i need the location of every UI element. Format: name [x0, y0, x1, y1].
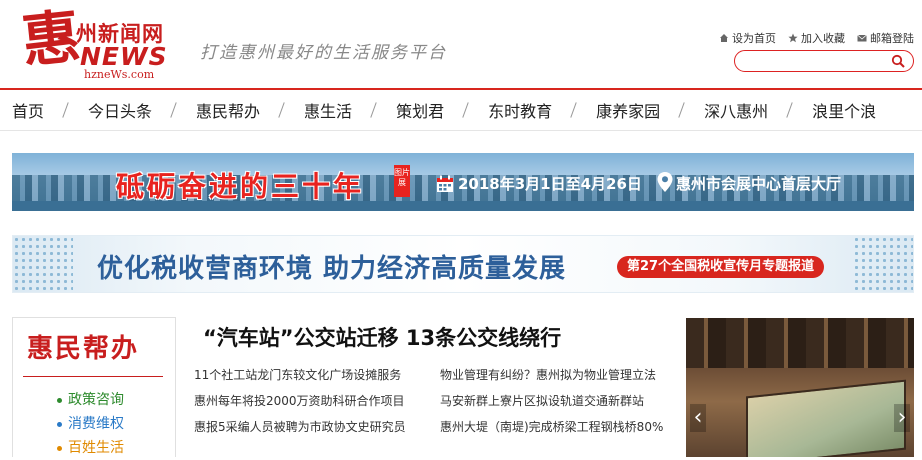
- header-divider: [0, 88, 922, 90]
- civic-help-box: 惠民帮办 政策咨询 消费维权 百姓生活: [12, 317, 176, 457]
- news-link[interactable]: 惠报5采编人员被聘为市政协文史研究员: [194, 414, 406, 440]
- home-icon: [720, 34, 728, 42]
- set-homepage-link[interactable]: 设为首页: [719, 30, 776, 46]
- civic-help-item-label: 消费维权: [68, 416, 124, 432]
- headline-link[interactable]: “汽车站”公交站迁移 13条公交线绕行: [203, 322, 561, 352]
- main-nav: 首页 今日头条 惠民帮办 惠生活 策划君 东时教育 康养家园 深八惠州 浪里个浪: [0, 92, 922, 128]
- nav-item-headlines[interactable]: 今日头条: [88, 98, 152, 122]
- civic-help-underline: [23, 376, 163, 377]
- news-list-left: 11个社工站龙门东较文化广场设摊服务 惠州每年将投2000万资助科研合作项目 惠…: [194, 362, 406, 440]
- nav-item-health[interactable]: 康养家园: [596, 98, 660, 122]
- bullet-icon: [57, 397, 62, 403]
- banner-tag: 图片展: [394, 165, 410, 197]
- logo-char: 惠: [18, 2, 84, 76]
- civic-help-item-consumer[interactable]: 消费维权: [57, 412, 124, 436]
- nav-separator: [785, 102, 795, 118]
- add-favorite-label: 加入收藏: [801, 32, 845, 45]
- add-favorite-link[interactable]: 加入收藏: [788, 30, 845, 46]
- carousel-photo-top: [686, 318, 914, 368]
- nav-item-fun[interactable]: 浪里个浪: [812, 98, 876, 122]
- exhibition-banner[interactable]: 砥砺奋进的三十年 图片展 2018年3月1日至4月26日 惠州市会展中心首层大厅: [12, 153, 914, 211]
- news-link[interactable]: 物业管理有纠纷？惠州拟为物业管理立法: [440, 362, 663, 388]
- mail-icon: [857, 34, 867, 42]
- site-logo[interactable]: 惠 州新闻网 NEWS hzneWs.com: [18, 2, 172, 81]
- carousel-photo-painting: [746, 379, 906, 457]
- news-link[interactable]: 马安新群上寮片区拟设轨道交通新群站: [440, 388, 663, 414]
- civic-help-title: 惠民帮办: [27, 334, 140, 364]
- location-pin-icon: [657, 172, 673, 192]
- nav-item-education[interactable]: 东时教育: [488, 98, 552, 122]
- nav-item-home[interactable]: 首页: [12, 98, 44, 122]
- civic-help-item-policy[interactable]: 政策咨询: [57, 388, 124, 412]
- bullet-icon: [57, 421, 62, 427]
- set-homepage-label: 设为首页: [732, 32, 776, 45]
- civic-help-item-label: 政策咨询: [68, 392, 124, 408]
- nav-divider: [0, 130, 922, 131]
- mail-login-label: 邮箱登陆: [870, 32, 914, 45]
- nav-separator: [569, 102, 579, 118]
- banner-venue: 惠州市会展中心首层大厅: [676, 175, 842, 193]
- mail-login-link[interactable]: 邮箱登陆: [857, 30, 914, 46]
- nav-separator: [169, 102, 179, 118]
- bullet-icon: [57, 445, 62, 451]
- calendar-icon: [437, 175, 453, 192]
- photo-carousel[interactable]: ‹ ›: [686, 318, 914, 457]
- nav-separator: [677, 102, 687, 118]
- banner-date: 2018年3月1日至4月26日: [458, 175, 642, 193]
- nav-item-planning[interactable]: 策划君: [396, 98, 444, 122]
- tax-banner-title: 优化税收营商环境 助力经济高质量发展: [97, 254, 567, 284]
- decor-dots-right: [853, 236, 913, 292]
- logo-domain: hzneWs.com: [84, 68, 155, 81]
- tax-banner-pill: 第27个全国税收宣传月专题报道: [617, 256, 825, 278]
- nav-separator: [61, 102, 71, 118]
- nav-separator: [369, 102, 379, 118]
- news-list-right: 物业管理有纠纷？惠州拟为物业管理立法 马安新群上寮片区拟设轨道交通新群站 惠州大…: [440, 362, 663, 440]
- civic-help-list: 政策咨询 消费维权 百姓生活: [57, 388, 124, 460]
- decor-dots-left: [13, 236, 73, 292]
- civic-help-item-life[interactable]: 百姓生活: [57, 436, 124, 460]
- nav-separator: [461, 102, 471, 118]
- site-header: 惠 州新闻网 NEWS hzneWs.com 打造惠州最好的生活服务平台 设为首…: [0, 0, 922, 88]
- tax-campaign-banner[interactable]: 优化税收营商环境 助力经济高质量发展 第27个全国税收宣传月专题报道: [12, 235, 914, 293]
- nav-item-life[interactable]: 惠生活: [304, 98, 352, 122]
- search-box: [734, 50, 914, 72]
- site-slogan: 打造惠州最好的生活服务平台: [200, 43, 447, 63]
- news-link[interactable]: 惠州大堤（南堤)完成桥梁工程钢栈桥80%: [440, 414, 663, 440]
- nav-item-civic-help[interactable]: 惠民帮办: [196, 98, 260, 122]
- top-links: 设为首页 加入收藏 邮箱登陆: [719, 30, 914, 46]
- carousel-prev-icon[interactable]: ‹: [690, 404, 706, 432]
- nav-separator: [277, 102, 287, 118]
- news-link[interactable]: 惠州每年将投2000万资助科研合作项目: [194, 388, 406, 414]
- civic-help-item-label: 百姓生活: [68, 440, 124, 456]
- carousel-next-icon[interactable]: ›: [894, 404, 910, 432]
- search-input[interactable]: [743, 53, 883, 69]
- news-link[interactable]: 11个社工站龙门东较文化广场设摊服务: [194, 362, 406, 388]
- star-icon: [788, 33, 798, 43]
- banner-title: 砥砺奋进的三十年: [116, 170, 365, 203]
- logo-en-text: NEWS: [80, 42, 168, 71]
- nav-item-shenzhen-huizhou[interactable]: 深八惠州: [704, 98, 768, 122]
- search-icon[interactable]: [891, 54, 905, 68]
